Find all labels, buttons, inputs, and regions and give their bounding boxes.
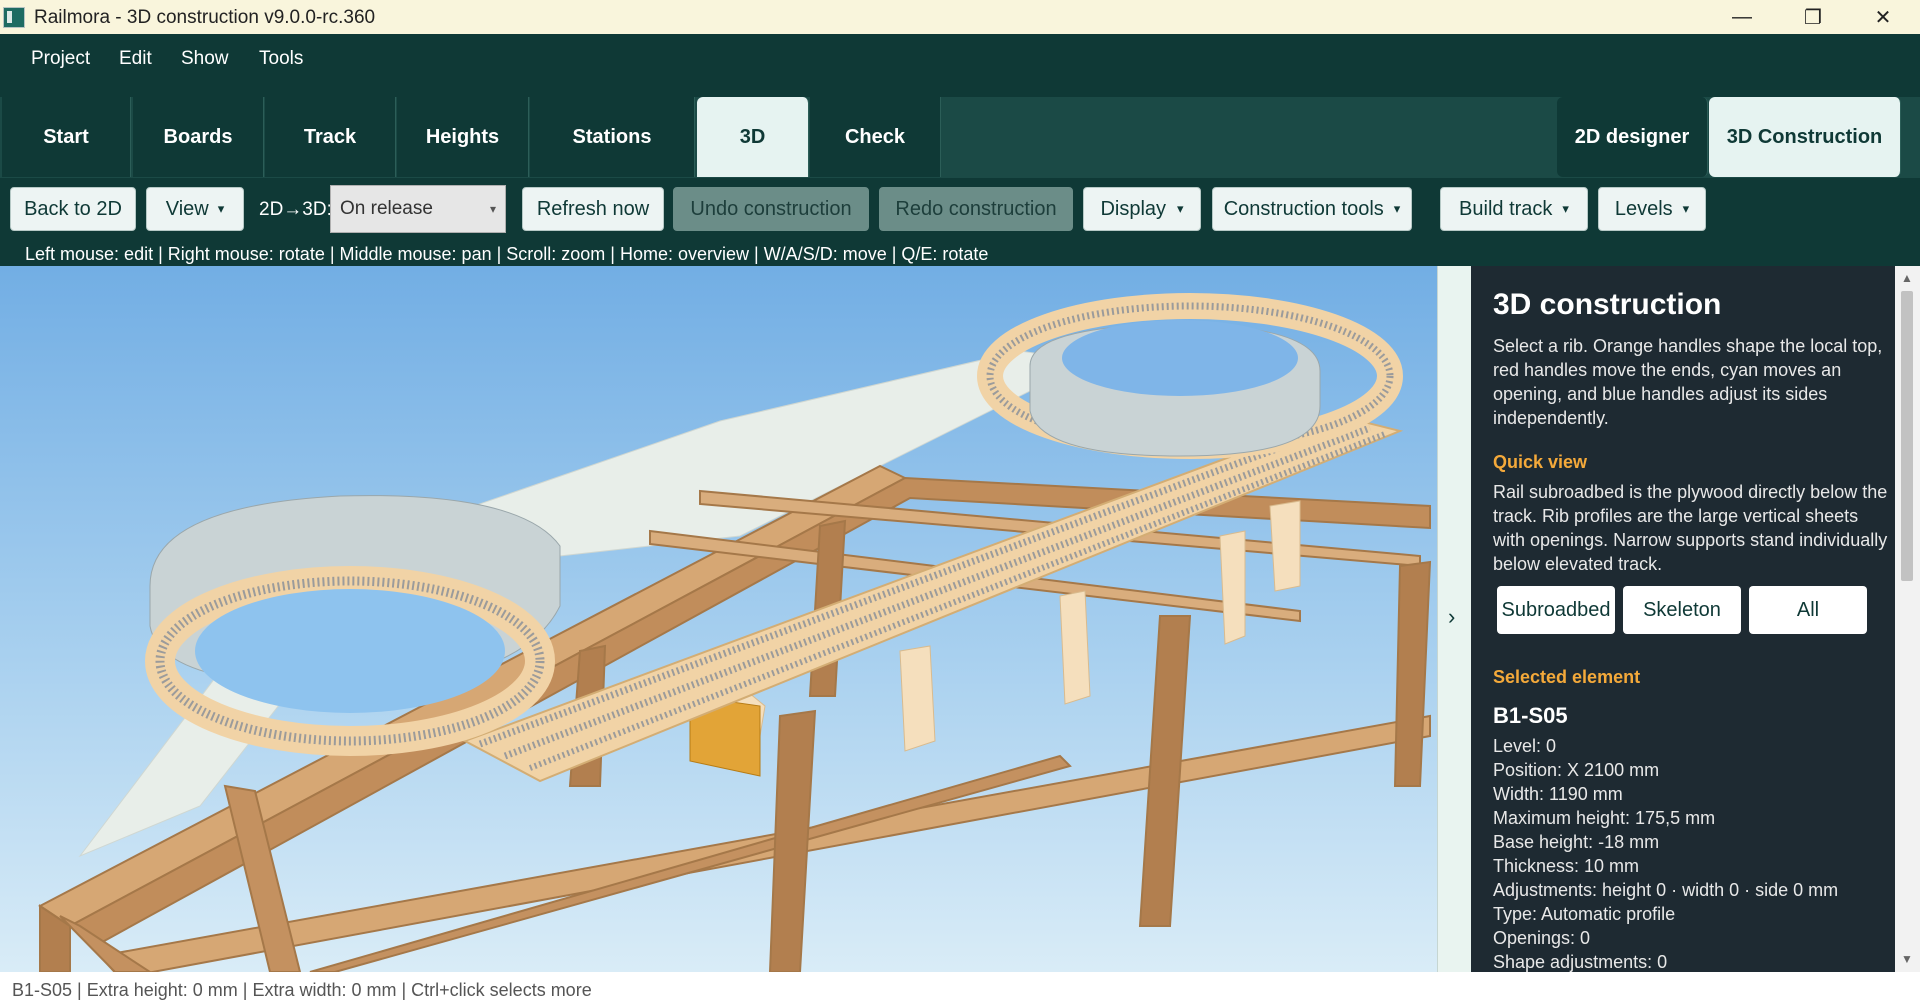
view-dropdown-label: View [165, 197, 209, 220]
levels-dropdown[interactable]: Levels ▾ [1598, 187, 1706, 231]
tab-heights[interactable]: Heights [397, 97, 529, 177]
detail-shape-adjustments: Shape adjustments: 0 [1493, 952, 1668, 972]
layout-scene[interactable] [0, 266, 1437, 972]
skeleton-button[interactable]: Skeleton [1623, 586, 1741, 634]
maximize-button[interactable]: ❐ [1778, 0, 1848, 34]
detail-type: Type: Automatic profile [1493, 904, 1676, 924]
window-title: Railmora - 3D construction v9.0.0-rc.360 [34, 7, 376, 28]
detail-thickness: Thickness: 10 mm [1493, 856, 1640, 876]
tab-stations[interactable]: Stations [530, 97, 695, 177]
build-track-label: Build track [1459, 197, 1553, 220]
panel-collapse-strip[interactable]: › [1437, 266, 1472, 972]
tab-track[interactable]: Track [265, 97, 396, 177]
app-icon [3, 7, 25, 28]
construction-panel: 3D construction Select a rib. Orange han… [1471, 266, 1895, 972]
back-to-2d-button[interactable]: Back to 2D [10, 187, 136, 231]
quick-view-heading: Quick view [1493, 452, 1588, 472]
mode-3d-construction[interactable]: 3D Construction [1709, 97, 1901, 177]
title-bar: Railmora - 3D construction v9.0.0-rc.360… [0, 0, 1920, 34]
menu-edit[interactable]: Edit [119, 48, 152, 70]
panel-intro: Select a rib. Orange handles shape the l… [1493, 336, 1883, 428]
chevron-down-icon: ▾ [1177, 201, 1184, 216]
chevron-down-icon: ▾ [489, 202, 496, 216]
toolbar: Back to 2D View ▾ 2D→3D: On release ▾ Re… [0, 178, 1920, 266]
chevron-down-icon: ▾ [1682, 201, 1690, 216]
scroll-down-icon[interactable]: ▼ [1901, 952, 1913, 966]
tab-boards[interactable]: Boards [133, 97, 264, 177]
detail-width: Width: 1190 mm [1493, 784, 1623, 804]
detail-adjustments: Adjustments: height 0 · width 0 · side 0… [1493, 880, 1839, 900]
far-helix-loop [977, 293, 1403, 459]
minimize-button[interactable]: — [1707, 0, 1777, 34]
near-helix-loop [145, 495, 561, 756]
controls-hint: Left mouse: edit | Right mouse: rotate |… [25, 244, 989, 264]
tab-3d[interactable]: 3D [697, 97, 809, 177]
construction-tools-dropdown[interactable]: Construction tools ▾ [1212, 187, 1412, 231]
construction-tools-label: Construction tools [1223, 197, 1384, 220]
build-track-dropdown[interactable]: Build track ▾ [1440, 187, 1588, 231]
menu-show[interactable]: Show [181, 48, 229, 70]
mode-select[interactable]: On release ▾ [330, 185, 506, 233]
menu-project[interactable]: Project [31, 48, 90, 70]
status-text: B1-S05 | Extra height: 0 mm | Extra widt… [12, 980, 592, 1000]
close-button[interactable]: ✕ [1848, 0, 1918, 34]
tab-start[interactable]: Start [2, 97, 131, 177]
mode-select-value: On release [340, 198, 433, 219]
detail-level: Level: 0 [1493, 736, 1557, 756]
detail-base-height: Base height: -18 mm [1493, 832, 1660, 852]
tab-bar: Start Boards Track Heights Stations 3D C… [0, 97, 1920, 178]
all-button[interactable]: All [1749, 586, 1867, 634]
quick-view-text: Rail subroadbed is the plywood directly … [1493, 482, 1888, 574]
scroll-up-icon[interactable]: ▲ [1901, 271, 1913, 285]
selected-element-heading: Selected element [1493, 667, 1641, 687]
selected-element-name: B1-S05 [1493, 703, 1568, 728]
chevron-down-icon: ▾ [217, 201, 225, 216]
detail-position: Position: X 2100 mm [1493, 760, 1660, 780]
chevron-right-icon[interactable]: › [1448, 604, 1455, 630]
display-dropdown-label: Display [1100, 197, 1167, 220]
mode-2d-designer[interactable]: 2D designer [1557, 97, 1708, 177]
detail-openings: Openings: 0 [1493, 928, 1591, 948]
detail-maximum-height: Maximum height: 175,5 mm [1493, 808, 1716, 828]
chevron-down-icon: ▾ [1562, 201, 1569, 216]
panel-title: 3D construction [1493, 288, 1722, 321]
3d-viewport[interactable] [0, 266, 1437, 972]
levels-label: Levels [1614, 197, 1673, 220]
menu-tools[interactable]: Tools [259, 48, 303, 70]
chevron-down-icon: ▾ [1393, 201, 1401, 216]
tab-check[interactable]: Check [810, 97, 941, 177]
undo-construction-button[interactable]: Undo construction [673, 187, 869, 231]
status-bar: B1-S05 | Extra height: 0 mm | Extra widt… [0, 972, 1920, 1008]
view-dropdown[interactable]: View ▾ [146, 187, 244, 231]
panel-scrollbar[interactable]: ▲ ▼ [1895, 266, 1920, 972]
refresh-now-button[interactable]: Refresh now [522, 187, 664, 231]
redo-construction-button[interactable]: Redo construction [879, 187, 1073, 231]
display-dropdown[interactable]: Display ▾ [1083, 187, 1201, 231]
subroadbed-button[interactable]: Subroadbed [1497, 586, 1615, 634]
mode-label: 2D→3D: [259, 199, 332, 220]
scroll-thumb[interactable] [1901, 291, 1913, 581]
menu-bar: Project Edit Show Tools [0, 34, 1920, 98]
